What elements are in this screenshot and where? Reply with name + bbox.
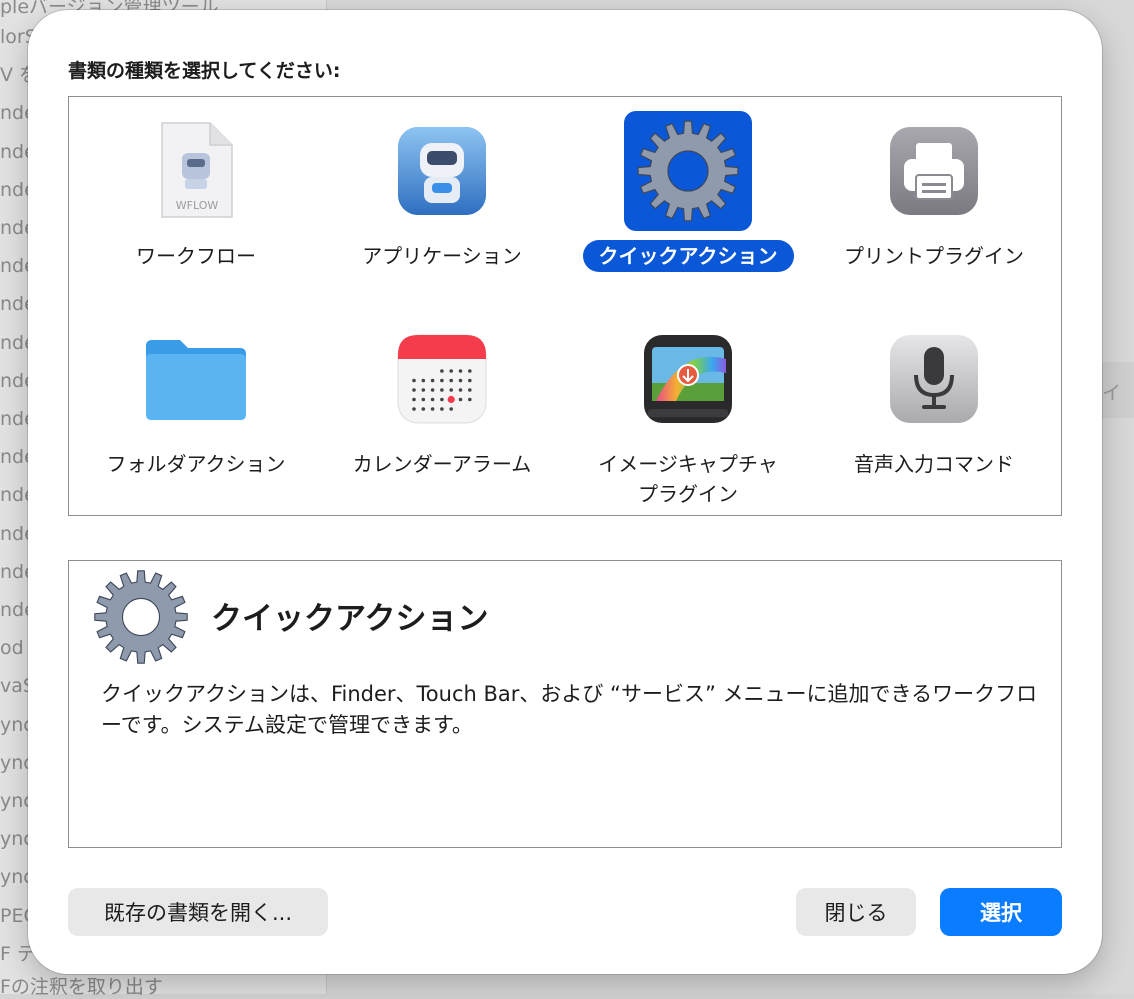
choose-button[interactable]: 選択 (940, 888, 1062, 936)
tile-quick-action[interactable]: クイックアクション (565, 107, 811, 307)
dialog-prompt: 書類の種類を選択してください: (68, 60, 341, 82)
tile-workflow[interactable]: WFLOW ワークフロー (73, 107, 319, 307)
close-button[interactable]: 閉じる (796, 888, 916, 936)
tile-label: フォルダアクション (106, 452, 286, 476)
automator-robot-icon (378, 111, 506, 231)
microphone-icon (870, 319, 998, 439)
tile-application[interactable]: アプリケーション (319, 107, 565, 307)
document-type-grid: WFLOW ワークフロー アプリケーション クイックアクション プリントプラグイ… (68, 96, 1062, 516)
description-title: クイックアクション (211, 601, 489, 637)
tile-print-plugin[interactable]: プリントプラグイン (811, 107, 1057, 307)
image-capture-icon (624, 319, 752, 439)
description-text: クイックアクションは、Finder、Touch Bar、および “サービス” メ… (101, 682, 1038, 737)
tile-label: ワークフロー (136, 244, 256, 268)
tile-calendar-alarm[interactable]: カレンダーアラーム (319, 315, 565, 515)
tile-label: アプリケーション (362, 244, 522, 268)
description-panel: クイックアクション クイックアクションは、Finder、Touch Bar、およ… (68, 560, 1062, 848)
background-right-tab: イ (1100, 362, 1134, 418)
wflow-badge: WFLOW (176, 199, 219, 212)
tile-label: プリントプラグイン (844, 244, 1024, 268)
printer-icon (870, 111, 998, 231)
gear-icon (91, 567, 191, 671)
folder-icon (132, 319, 260, 439)
tile-folder-action[interactable]: フォルダアクション (73, 315, 319, 515)
tile-label: 音声入力コマンド (854, 452, 1014, 476)
gear-icon (624, 111, 752, 231)
tile-dictation-command[interactable]: 音声入力コマンド (811, 315, 1057, 515)
wflow-document-icon: WFLOW (132, 111, 260, 231)
tile-label: クイックアクション (582, 240, 794, 272)
calendar-alarm-icon (378, 319, 506, 439)
open-existing-button[interactable]: 既存の書類を開く... (68, 888, 328, 936)
tile-label: カレンダーアラーム (352, 452, 532, 476)
background-sidebar-bottom-item: Fの注釈を取り出す (0, 976, 163, 998)
tile-label: イメージキャプチャ プラグイン (598, 452, 778, 506)
gear-svg (637, 120, 739, 222)
tile-image-capture-plugin[interactable]: イメージキャプチャ プラグイン (565, 315, 811, 515)
document-type-dialog: 書類の種類を選択してください: WFLOW ワークフロー アプリケーション クイ… (28, 10, 1102, 974)
